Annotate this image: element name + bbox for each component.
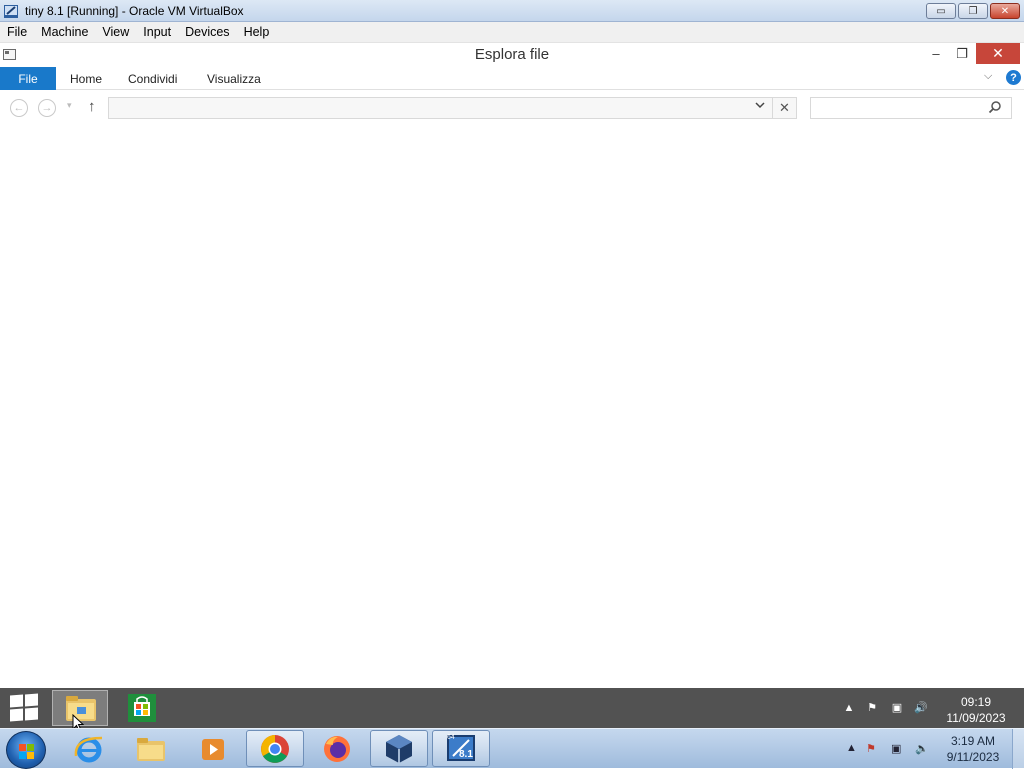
tab-visualizza[interactable]: Visualizza (207, 72, 261, 86)
explorer-titlebar: Esplora file – ❐ ✕ (0, 43, 1024, 67)
vbox-menubar: File Machine View Input Devices Help (0, 22, 1024, 43)
network-icon[interactable]: ▣ (890, 701, 904, 715)
tab-home[interactable]: Home (70, 72, 102, 86)
guest-clock-date: 11/09/2023 (946, 711, 1006, 725)
tab-file[interactable]: File (0, 67, 56, 90)
guest-taskbar: ▲ ⚑ ▣ 🔊 09:19 11/09/2023 (0, 688, 1024, 732)
volume-muted-icon[interactable]: 🔈 (915, 742, 929, 755)
windows-start-button[interactable] (10, 693, 38, 722)
taskbar-vbox-vm-window[interactable]: 64 8.1 (432, 730, 490, 767)
recent-locations-dropdown-icon[interactable]: ▾ (67, 100, 72, 111)
vm-badge-arch: 64 (447, 734, 455, 741)
explorer-window-title: Esplora file (474, 46, 550, 63)
taskbar-media-player[interactable] (184, 730, 242, 767)
menu-file[interactable]: File (0, 25, 34, 39)
taskbar-chrome[interactable] (246, 730, 304, 767)
show-desktop-button[interactable] (1012, 729, 1024, 769)
host-taskbar: 64 8.1 ▲ ⚑ ▣ 🔈 3:19 AM 9/11/2023 (0, 728, 1024, 769)
windows7-start-button[interactable] (6, 731, 46, 769)
volume-icon[interactable]: 🔊 (914, 701, 928, 715)
minimize-icon: – (932, 46, 940, 61)
forward-button[interactable]: → (38, 99, 56, 117)
guest-clock-time: 09:19 (960, 695, 992, 709)
help-icon[interactable]: ? (1006, 70, 1021, 85)
action-center-flag-icon[interactable]: ⚑ (865, 701, 879, 715)
tray-overflow-icon[interactable]: ▲ (846, 742, 857, 754)
back-button[interactable]: ← (10, 99, 28, 117)
guest-clock[interactable]: 09:19 11/09/2023 (936, 694, 1016, 726)
taskbar-firefox[interactable] (308, 730, 366, 767)
menu-devices[interactable]: Devices (178, 25, 236, 39)
expand-ribbon-icon[interactable]: ⌵ (984, 70, 992, 83)
clear-icon: ✕ (779, 100, 790, 115)
close-icon: ✕ (992, 45, 1004, 61)
vbox-minimize-button[interactable]: ▭ (926, 3, 956, 19)
explorer-close-button[interactable]: ✕ (976, 43, 1020, 64)
chrome-icon (261, 734, 289, 763)
explorer-maximize-button[interactable]: ❐ (947, 43, 977, 64)
vbox-restore-button[interactable]: ❐ (958, 3, 988, 19)
up-button[interactable]: ↑ (88, 98, 96, 115)
host-clock-date: 9/11/2023 (946, 750, 1000, 764)
back-arrow-icon: ← (13, 102, 25, 114)
vm-badge-version: 8.1 (459, 749, 473, 760)
menu-machine[interactable]: Machine (34, 25, 95, 39)
internet-explorer-icon (74, 736, 103, 762)
search-input[interactable] (810, 97, 1012, 119)
media-player-icon (202, 738, 224, 760)
tab-condividi[interactable]: Condividi (128, 72, 177, 86)
host-clock[interactable]: 3:19 AM 9/11/2023 (940, 733, 1006, 765)
address-dropdown-chevron-icon[interactable] (755, 101, 765, 109)
tray-overflow-icon[interactable]: ▲ (842, 701, 856, 715)
store-icon (128, 694, 156, 722)
taskbar-internet-explorer[interactable] (60, 730, 118, 767)
menu-input[interactable]: Input (136, 25, 178, 39)
menu-help[interactable]: Help (237, 25, 277, 39)
virtualbox-vm-icon[interactable] (3, 3, 19, 19)
address-clear-button[interactable]: ✕ (773, 97, 797, 119)
network-icon[interactable]: ▣ (891, 742, 901, 755)
virtualbox-icon (386, 734, 412, 763)
minimize-icon: ▭ (936, 5, 946, 17)
taskbar-virtualbox[interactable] (370, 730, 428, 767)
ribbon-tabs: File Home Condividi Visualizza ⌵ ? (0, 67, 1024, 90)
close-icon: ✕ (1000, 5, 1010, 17)
address-bar[interactable] (108, 97, 773, 119)
action-center-flag-icon[interactable]: ⚑ (866, 742, 876, 755)
vbox-titlebar: tiny 8.1 [Running] - Oracle VM VirtualBo… (0, 0, 1024, 22)
forward-arrow-icon: → (41, 102, 53, 114)
folder-icon (137, 737, 165, 761)
restore-icon: ❐ (968, 5, 978, 17)
explorer-content-pane[interactable] (0, 126, 1024, 688)
vbox-close-button[interactable]: ✕ (990, 3, 1020, 19)
navigation-bar: ← → ▾ ↑ ✕ (0, 90, 1024, 126)
search-icon[interactable] (988, 100, 1002, 114)
host-clock-time: 3:19 AM (950, 734, 996, 748)
vbox-window-title: tiny 8.1 [Running] - Oracle VM VirtualBo… (25, 3, 244, 18)
maximize-icon: ❐ (956, 45, 968, 61)
menu-view[interactable]: View (95, 25, 136, 39)
taskbar-windows-store[interactable] (114, 690, 170, 726)
firefox-icon (324, 735, 350, 762)
taskbar-windows-explorer[interactable] (122, 730, 180, 767)
